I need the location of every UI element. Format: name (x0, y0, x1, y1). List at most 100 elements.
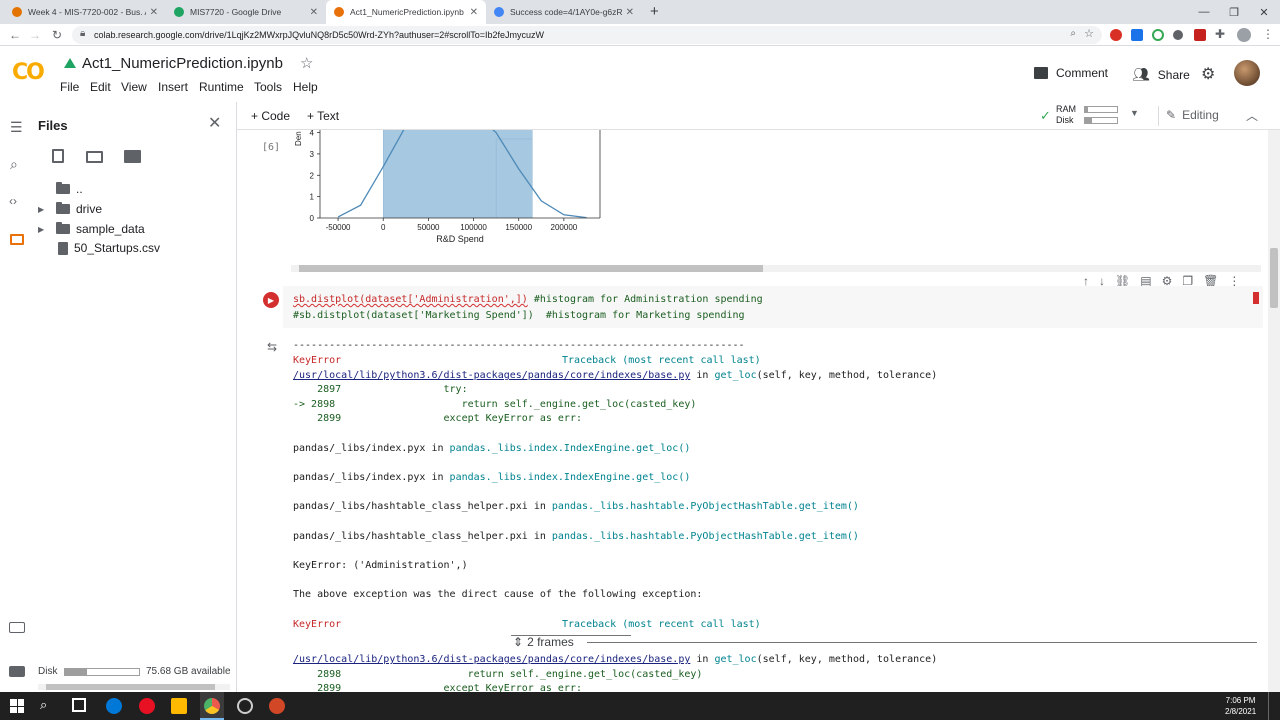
app-icon[interactable] (237, 698, 253, 714)
output-horizontal-scrollbar[interactable] (291, 265, 1261, 272)
extension-abp-icon[interactable] (1110, 29, 1122, 41)
source-file-link[interactable]: /usr/local/lib/python3.6/dist-packages/p… (293, 654, 690, 665)
output-clear-icon[interactable]: ⇆ (267, 340, 277, 354)
scrollbar-thumb[interactable] (1270, 248, 1278, 308)
source-file-link[interactable]: /usr/local/lib/python3.6/dist-packages/p… (293, 370, 690, 381)
show-desktop-button[interactable] (1268, 692, 1272, 720)
close-tab-icon[interactable]: ✕ (150, 7, 158, 18)
plot-area (337, 130, 587, 218)
collapse-header-icon[interactable]: ︿ (1246, 107, 1258, 124)
menu-view[interactable]: View (121, 80, 147, 94)
search-icon[interactable]: ⌕ (10, 156, 18, 173)
avatar[interactable] (1234, 60, 1260, 86)
add-text-button[interactable]: + Text (307, 109, 339, 123)
browser-tab-strip: Week 4 - MIS-7720-002 - Bus. An ✕ MIS772… (0, 0, 1280, 24)
bookmark-star-icon[interactable]: ☆ (1084, 27, 1094, 40)
powerpoint-icon[interactable] (269, 698, 285, 714)
frame-file: pandas/_libs/index.pyx (293, 472, 426, 483)
frame-func: pandas._libs.hashtable.PyObjectHashTable… (551, 501, 859, 512)
browser-tab-2[interactable]: MIS7720 - Google Drive ✕ (166, 0, 326, 24)
y-tick-label: 4 (310, 130, 315, 138)
table-of-contents-icon[interactable]: ☰ (10, 119, 23, 136)
resource-monitor[interactable]: RAM Disk (1056, 104, 1076, 126)
tree-item-parent[interactable]: .. (56, 182, 83, 196)
browser-tab-1[interactable]: Week 4 - MIS-7720-002 - Bus. An ✕ (4, 0, 166, 24)
editing-mode-button[interactable]: ✎ Editing (1166, 108, 1219, 122)
mount-drive-icon[interactable] (124, 150, 141, 163)
edge-icon[interactable] (106, 698, 122, 714)
code-snippets-icon[interactable]: ‹› (9, 194, 17, 208)
notebook-title[interactable]: Act1_NumericPrediction.ipynb (82, 55, 283, 72)
add-code-button[interactable]: + Code (251, 109, 290, 123)
system-clock[interactable]: 7:06 PM 2/8/2021 (1225, 695, 1256, 717)
close-tab-icon[interactable]: ✕ (310, 7, 318, 18)
extension-icon[interactable] (1194, 29, 1206, 41)
menu-runtime[interactable]: Runtime (199, 80, 244, 94)
url-field[interactable]: 🔒︎ colab.research.google.com/drive/1LqjK… (72, 26, 1102, 44)
menu-file[interactable]: File (60, 80, 79, 94)
tree-item-label: sample_data (76, 222, 145, 236)
windows-start-icon[interactable] (10, 699, 24, 713)
menu-tools[interactable]: Tools (254, 80, 282, 94)
back-icon[interactable]: ← (6, 26, 24, 44)
extension-grammarly-icon[interactable] (1152, 29, 1164, 41)
terminal-icon[interactable] (9, 666, 25, 677)
extension-icon[interactable] (1131, 29, 1143, 41)
address-bar: ← → ↻ 🔒︎ colab.research.google.com/drive… (0, 24, 1280, 46)
menu-help[interactable]: Help (293, 80, 318, 94)
forward-icon[interactable]: → (26, 26, 44, 44)
file-explorer-icon[interactable] (171, 698, 187, 714)
windows-taskbar: ⌕ 7:06 PM 2/8/2021 (0, 692, 1280, 720)
close-tab-icon[interactable]: ✕ (470, 7, 478, 18)
search-icon[interactable]: ⌕ (1070, 28, 1076, 39)
close-panel-icon[interactable]: ✕ (208, 113, 221, 133)
scrollbar-thumb[interactable] (299, 265, 763, 272)
ram-bar (1084, 106, 1118, 113)
frames-label: 2 frames (527, 635, 574, 649)
menu-insert[interactable]: Insert (158, 80, 188, 94)
main-vertical-scrollbar[interactable] (1268, 130, 1280, 692)
code-line-1[interactable]: sb.distplot(dataset['Administration',]) … (293, 294, 763, 305)
star-icon[interactable]: ☆ (300, 54, 313, 72)
extensions-puzzle-icon[interactable]: ✚ (1215, 27, 1225, 41)
expand-icon[interactable]: ▶ (38, 205, 50, 214)
upload-icon[interactable] (52, 149, 64, 163)
search-icon[interactable]: ⌕ (40, 697, 47, 713)
x-tick-label: 150000 (505, 223, 532, 232)
close-window-icon[interactable]: ✕ (1248, 0, 1280, 24)
frames-toggle[interactable]: ⇕ 2 frames (513, 635, 574, 649)
y-tick-label: 3 (310, 150, 315, 159)
minimize-icon[interactable]: — (1188, 0, 1220, 24)
close-tab-icon[interactable]: ✕ (626, 7, 634, 18)
run-cell-icon[interactable]: ▶ (263, 292, 279, 308)
panel-horizontal-scrollbar[interactable] (38, 684, 230, 690)
reload-icon[interactable]: ↻ (48, 26, 66, 44)
menu-edit[interactable]: Edit (90, 80, 111, 94)
resources-dropdown-icon[interactable]: ▼ (1130, 108, 1139, 118)
comment-button[interactable]: Comment (1034, 66, 1108, 80)
tree-item-csv[interactable]: 50_Startups.csv (58, 241, 160, 255)
maximize-icon[interactable]: ❐ (1218, 0, 1250, 24)
browser-tab-4[interactable]: Success code=4/1AY0e-g6zROt- ✕ (486, 0, 642, 24)
histogram-bar (495, 138, 533, 218)
files-folder-icon[interactable] (10, 234, 24, 245)
task-view-icon[interactable] (72, 698, 86, 712)
command-palette-icon[interactable] (9, 622, 25, 633)
expand-icon[interactable]: ▶ (38, 225, 50, 234)
settings-gear-icon[interactable]: ⚙ (1201, 64, 1215, 84)
code-line-2[interactable]: #sb.distplot(dataset['Marketing Spend'])… (293, 310, 745, 321)
opera-icon[interactable] (139, 698, 155, 714)
profile-icon[interactable] (1237, 28, 1251, 42)
share-button[interactable]: 👥︎ Share (1132, 66, 1190, 83)
colab-logo[interactable]: CO (12, 60, 45, 85)
tree-item-drive[interactable]: ▶ drive (38, 202, 102, 216)
files-panel: Files ✕ .. ▶ drive ▶ sample_data 50_Star… (34, 102, 237, 692)
tree-item-label: 50_Startups.csv (74, 241, 161, 255)
browser-tab-3-active[interactable]: Act1_NumericPrediction.ipynb - C ✕ (326, 0, 486, 24)
tree-item-sample-data[interactable]: ▶ sample_data (38, 222, 145, 236)
extension-icon[interactable] (1173, 30, 1183, 40)
refresh-folder-icon[interactable] (86, 151, 103, 163)
browser-menu-icon[interactable]: ⋮ (1262, 27, 1274, 41)
new-tab-button[interactable]: + (650, 3, 659, 20)
code-cell[interactable]: ▶ sb.distplot(dataset['Administration',]… (263, 286, 1263, 328)
